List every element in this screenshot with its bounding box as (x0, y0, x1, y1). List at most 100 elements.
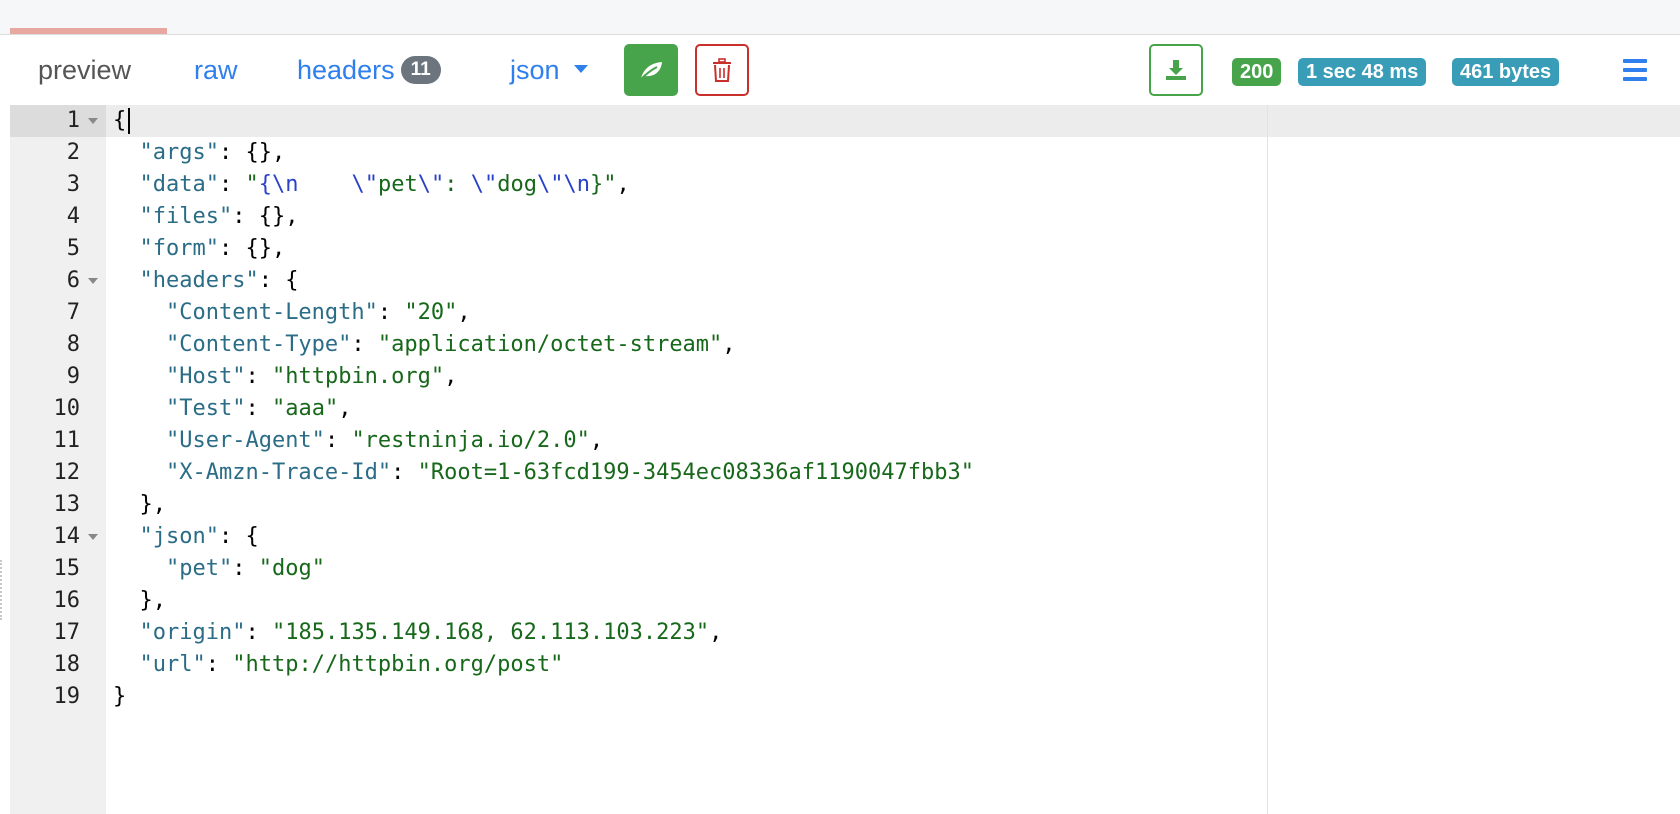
json-string: "http://httpbin.org/post" (232, 652, 564, 677)
beautify-button[interactable] (624, 44, 678, 96)
code-line: 9 "Host": "httpbin.org", (10, 361, 1510, 393)
json-string: dog (497, 172, 537, 197)
json-punctuation (113, 396, 166, 421)
hamburger-icon (1623, 68, 1647, 72)
code-line: 7 "Content-Length": "20", (10, 297, 1510, 329)
code-text: "data": "{\n \"pet\": \"dog\"\n}", (113, 169, 630, 201)
json-punctuation (113, 428, 166, 453)
format-dropdown-label: json (510, 55, 560, 85)
json-string: "httpbin.org" (271, 364, 445, 389)
json-punctuation (113, 300, 166, 325)
json-punctuation (113, 332, 166, 357)
json-key: "X-Amzn-Trace-Id" (165, 460, 392, 485)
code-line: 1{ (10, 105, 1510, 137)
json-punctuation: , (722, 332, 736, 357)
json-key: "headers" (139, 268, 259, 293)
code-line: 3 "data": "{\n \"pet\": \"dog\"\n}", (10, 169, 1510, 201)
json-punctuation (113, 204, 140, 229)
code-text: "json": { (113, 521, 259, 553)
json-punctuation: : {}, (218, 140, 286, 165)
json-string: " (245, 172, 259, 197)
json-punctuation: : (377, 300, 405, 325)
json-punctuation: : { (258, 268, 299, 293)
line-number: 1 (66, 108, 80, 133)
download-button[interactable] (1149, 44, 1203, 96)
json-punctuation (113, 556, 166, 581)
tab-preview[interactable]: preview (38, 52, 131, 88)
download-icon (1166, 60, 1186, 80)
code-text: "Content-Length": "20", (113, 297, 471, 329)
json-string: "aaa" (271, 396, 339, 421)
hamburger-icon (1623, 59, 1647, 63)
code-line: 16 }, (10, 585, 1510, 617)
code-line: 5 "form": {}, (10, 233, 1510, 265)
code-text: "form": {}, (113, 233, 286, 265)
json-escape: \"\n (536, 172, 590, 197)
json-punctuation (113, 236, 140, 261)
code-text: "pet": "dog" (113, 553, 325, 585)
json-punctuation (113, 140, 140, 165)
json-key: "Content-Length" (165, 300, 378, 325)
line-number: 5 (66, 236, 80, 261)
line-number: 19 (53, 684, 81, 709)
resize-handle[interactable] (0, 560, 8, 620)
fold-toggle-icon[interactable] (88, 118, 98, 124)
code-text: "url": "http://httpbin.org/post" (113, 649, 564, 681)
status-code-badge: 200 (1232, 58, 1282, 86)
json-string: "20" (404, 300, 458, 325)
code-line: 6 "headers": { (10, 265, 1510, 297)
json-punctuation: } (113, 684, 127, 709)
json-key: "args" (139, 140, 219, 165)
tab-headers[interactable]: headers 11 (297, 52, 441, 88)
json-key: "pet" (165, 556, 233, 581)
code-line: 12 "X-Amzn-Trace-Id": "Root=1-63fcd199-3… (10, 457, 1510, 489)
line-number: 2 (66, 140, 80, 165)
chevron-down-icon (573, 64, 588, 73)
json-punctuation: : {}, (218, 236, 286, 261)
json-punctuation: : (205, 652, 233, 677)
json-key: "Test" (165, 396, 246, 421)
format-dropdown[interactable]: json (510, 52, 588, 88)
response-editor[interactable]: 1{2 "args": {}, 3 "data": "{\n \"pet\": \… (10, 105, 1680, 814)
line-number: 6 (66, 268, 80, 293)
json-key: "data" (139, 172, 219, 197)
json-punctuation: , (444, 364, 458, 389)
fold-toggle-icon[interactable] (88, 534, 98, 540)
code-line: 17 "origin": "185.135.149.168, 62.113.10… (10, 617, 1510, 649)
code-text: "Content-Type": "application/octet-strea… (113, 329, 736, 361)
code-line: 11 "User-Agent": "restninja.io/2.0", (10, 425, 1510, 457)
code-text: }, (113, 585, 166, 617)
json-escape: \" (417, 172, 445, 197)
leaf-icon (639, 62, 662, 81)
json-punctuation: : (391, 460, 418, 485)
json-string: : (444, 172, 471, 197)
code-line: 15 "pet": "dog" (10, 553, 1510, 585)
clear-button[interactable] (695, 44, 749, 96)
json-string: "185.135.149.168, 62.113.103.223" (271, 620, 710, 645)
json-punctuation: : (351, 332, 378, 357)
json-punctuation: : (245, 396, 272, 421)
menu-button[interactable] (1623, 57, 1653, 83)
json-escape: {\n (258, 172, 299, 197)
json-key: "form" (139, 236, 219, 261)
fold-toggle-icon[interactable] (88, 278, 98, 284)
json-punctuation: }, (113, 588, 166, 613)
code-text: "args": {}, (113, 137, 286, 169)
json-punctuation (113, 364, 166, 389)
json-punctuation (113, 524, 140, 549)
line-number: 14 (53, 524, 81, 549)
json-string: "Root=1-63fcd199-3454ec08336af1190047fbb… (417, 460, 974, 485)
code-text: "headers": { (113, 265, 299, 297)
code-text: "User-Agent": "restninja.io/2.0", (113, 425, 603, 457)
line-number: 4 (66, 204, 80, 229)
tab-raw[interactable]: raw (194, 52, 238, 88)
code-text: }, (113, 489, 166, 521)
response-time-badge: 1 sec 48 ms (1298, 58, 1427, 86)
json-key: "json" (139, 524, 219, 549)
json-key: "url" (139, 652, 206, 677)
json-punctuation: , (338, 396, 352, 421)
code-line: 2 "args": {}, (10, 137, 1510, 169)
json-punctuation: }, (113, 492, 166, 517)
json-key: "Content-Type" (165, 332, 352, 357)
line-number: 7 (66, 300, 80, 325)
